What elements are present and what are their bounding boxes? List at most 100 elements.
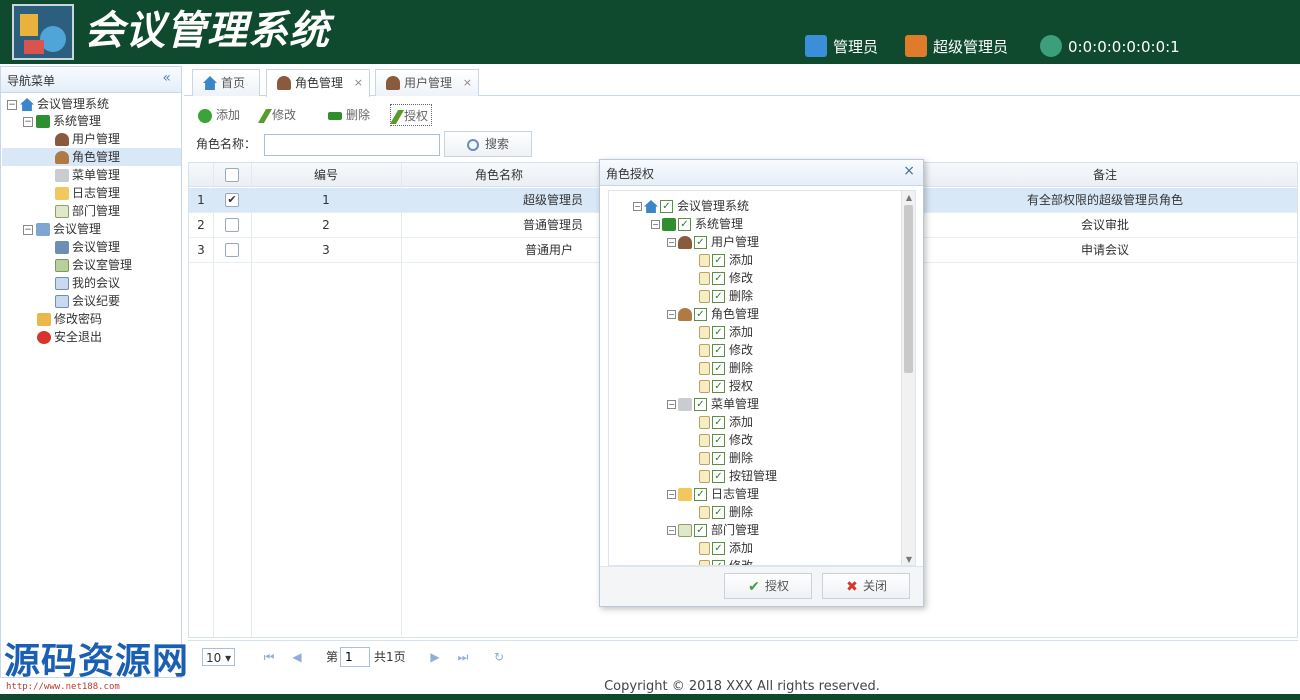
- permission-tree-node[interactable]: ✓ 添加: [699, 251, 753, 269]
- permission-checkbox[interactable]: ✓: [694, 524, 707, 537]
- permission-tree-node[interactable]: ✓修改: [699, 431, 753, 449]
- grant-confirm-button[interactable]: ✔ 授权: [724, 573, 812, 599]
- page-number-input[interactable]: [340, 647, 370, 667]
- add-button[interactable]: 添加: [198, 104, 240, 126]
- collapse-toggle-icon[interactable]: −: [667, 490, 676, 499]
- page-size-select[interactable]: 10 ▾: [202, 648, 236, 666]
- permission-tree-node[interactable]: − ✓ 菜单管理: [667, 395, 759, 413]
- permission-checkbox[interactable]: ✓: [712, 344, 725, 357]
- collapse-toggle-icon[interactable]: −: [651, 220, 660, 229]
- permission-checkbox[interactable]: ✓: [712, 272, 725, 285]
- row-checkbox[interactable]: ✔: [225, 193, 239, 207]
- permission-tree-node[interactable]: − ✓ 会议管理系统: [633, 197, 749, 215]
- column-header-remark[interactable]: 备注: [913, 163, 1297, 187]
- nav-meeting-group[interactable]: − 会议管理: [23, 220, 101, 238]
- home-icon: [644, 200, 658, 213]
- permission-tree-node[interactable]: − ✓ 用户管理: [667, 233, 759, 251]
- permission-checkbox[interactable]: ✓: [694, 236, 707, 249]
- current-role[interactable]: 超级管理员: [905, 34, 1035, 60]
- permission-checkbox[interactable]: ✓: [712, 362, 725, 375]
- collapse-toggle-icon[interactable]: −: [667, 526, 676, 535]
- collapse-toggle-icon[interactable]: −: [667, 238, 676, 247]
- tab-user-management[interactable]: 用户管理 ×: [375, 69, 479, 96]
- row-number: 2: [197, 218, 205, 232]
- permission-checkbox[interactable]: ✓: [694, 308, 707, 321]
- permission-tree-node[interactable]: − ✓ 部门管理: [667, 521, 759, 539]
- collapse-toggle-icon[interactable]: −: [667, 400, 676, 409]
- select-all-checkbox[interactable]: [225, 168, 239, 182]
- last-page-icon[interactable]: ⏭: [456, 649, 470, 665]
- permission-tree-node[interactable]: ✓ 添加: [699, 323, 753, 341]
- permission-checkbox[interactable]: ✓: [712, 290, 725, 303]
- permission-checkbox[interactable]: ✓: [660, 200, 673, 213]
- nav-system-management[interactable]: − 系统管理: [23, 112, 101, 130]
- permission-tree-node[interactable]: ✓ 添加: [699, 413, 753, 431]
- permission-tree-node[interactable]: ✓ 删除: [699, 287, 753, 305]
- nav-menu-management[interactable]: 菜单管理: [55, 166, 120, 184]
- prev-page-icon[interactable]: ◀: [290, 649, 304, 665]
- permission-checkbox[interactable]: ✓: [712, 254, 725, 267]
- collapse-toggle-icon[interactable]: −: [633, 202, 642, 211]
- dialog-close-button[interactable]: ✖ 关闭: [822, 573, 910, 599]
- first-page-icon[interactable]: ⏮: [262, 649, 276, 665]
- delete-button[interactable]: 删除: [328, 104, 370, 126]
- permission-tree-node[interactable]: − ✓ 角色管理: [667, 305, 759, 323]
- nav-role-management[interactable]: 角色管理: [55, 148, 120, 166]
- column-header-id[interactable]: 编号: [251, 163, 401, 187]
- permission-checkbox[interactable]: ✓: [712, 380, 725, 393]
- permission-tree-node[interactable]: ✓ 删除: [699, 359, 753, 377]
- permission-tree-node[interactable]: ✓ 删除: [699, 449, 753, 467]
- tab-home[interactable]: 首页: [192, 69, 260, 96]
- grant-button[interactable]: 授权: [389, 104, 433, 126]
- role-name-input[interactable]: [264, 134, 440, 156]
- nav-user-management[interactable]: 用户管理: [55, 130, 120, 148]
- permission-tree-node[interactable]: ✓ 删除: [699, 503, 753, 521]
- permission-checkbox[interactable]: ✓: [712, 470, 725, 483]
- nav-log-management[interactable]: 日志管理: [55, 184, 120, 202]
- permission-tree-node[interactable]: − ✓ 日志管理: [667, 485, 759, 503]
- close-icon[interactable]: ×: [463, 70, 472, 96]
- permission-tree-node[interactable]: − ✓ 系统管理: [651, 215, 743, 233]
- permission-checkbox[interactable]: ✓: [678, 218, 691, 231]
- refresh-icon[interactable]: ↻: [492, 649, 506, 665]
- permission-tree-node[interactable]: ✓ 按钮管理: [699, 467, 777, 485]
- permission-tree-node[interactable]: ✓修改: [699, 269, 753, 287]
- scroll-down-icon[interactable]: ▼: [904, 555, 914, 565]
- column-header-role-name[interactable]: 角色名称: [401, 163, 597, 187]
- permission-tree-node[interactable]: ✓修改: [699, 557, 753, 565]
- collapse-toggle-icon[interactable]: −: [667, 310, 676, 319]
- watermark-logo: 源码资源网: [4, 641, 190, 682]
- scroll-up-icon[interactable]: ▲: [904, 193, 914, 203]
- scrollbar[interactable]: ▲ ▼: [901, 191, 915, 565]
- nav-meeting-minutes[interactable]: 会议纪要: [55, 292, 120, 310]
- nav-change-password[interactable]: 修改密码: [37, 310, 102, 328]
- row-checkbox[interactable]: [225, 243, 239, 257]
- permission-checkbox[interactable]: ✓: [712, 452, 725, 465]
- edit-button[interactable]: 修改: [257, 104, 296, 126]
- scrollbar-thumb[interactable]: [904, 205, 913, 373]
- permission-tree-node[interactable]: ✓修改: [699, 341, 753, 359]
- current-user[interactable]: 管理员: [805, 34, 905, 60]
- tab-role-management[interactable]: 角色管理 ×: [266, 69, 370, 97]
- nav-root[interactable]: − 会议管理系统: [7, 95, 109, 113]
- search-button[interactable]: 搜索: [444, 131, 532, 157]
- next-page-icon[interactable]: ▶: [428, 649, 442, 665]
- permission-checkbox[interactable]: ✓: [712, 326, 725, 339]
- permission-checkbox[interactable]: ✓: [712, 506, 725, 519]
- permission-checkbox[interactable]: ✓: [694, 488, 707, 501]
- nav-my-meetings[interactable]: 我的会议: [55, 274, 120, 292]
- permission-checkbox[interactable]: ✓: [712, 542, 725, 555]
- close-icon[interactable]: ×: [903, 163, 915, 179]
- double-left-arrow-icon[interactable]: «: [162, 70, 171, 86]
- close-icon[interactable]: ×: [354, 70, 363, 96]
- nav-meeting-management[interactable]: 会议管理: [55, 238, 120, 256]
- nav-meeting-room-management[interactable]: 会议室管理: [55, 256, 132, 274]
- permission-checkbox[interactable]: ✓: [712, 416, 725, 429]
- permission-tree-node[interactable]: ✓ 添加: [699, 539, 753, 557]
- permission-checkbox[interactable]: ✓: [712, 434, 725, 447]
- permission-checkbox[interactable]: ✓: [694, 398, 707, 411]
- permission-tree-node[interactable]: ✓ 授权: [699, 377, 753, 395]
- nav-logout[interactable]: 安全退出: [37, 328, 102, 346]
- row-checkbox[interactable]: [225, 218, 239, 232]
- nav-department-management[interactable]: 部门管理: [55, 202, 120, 220]
